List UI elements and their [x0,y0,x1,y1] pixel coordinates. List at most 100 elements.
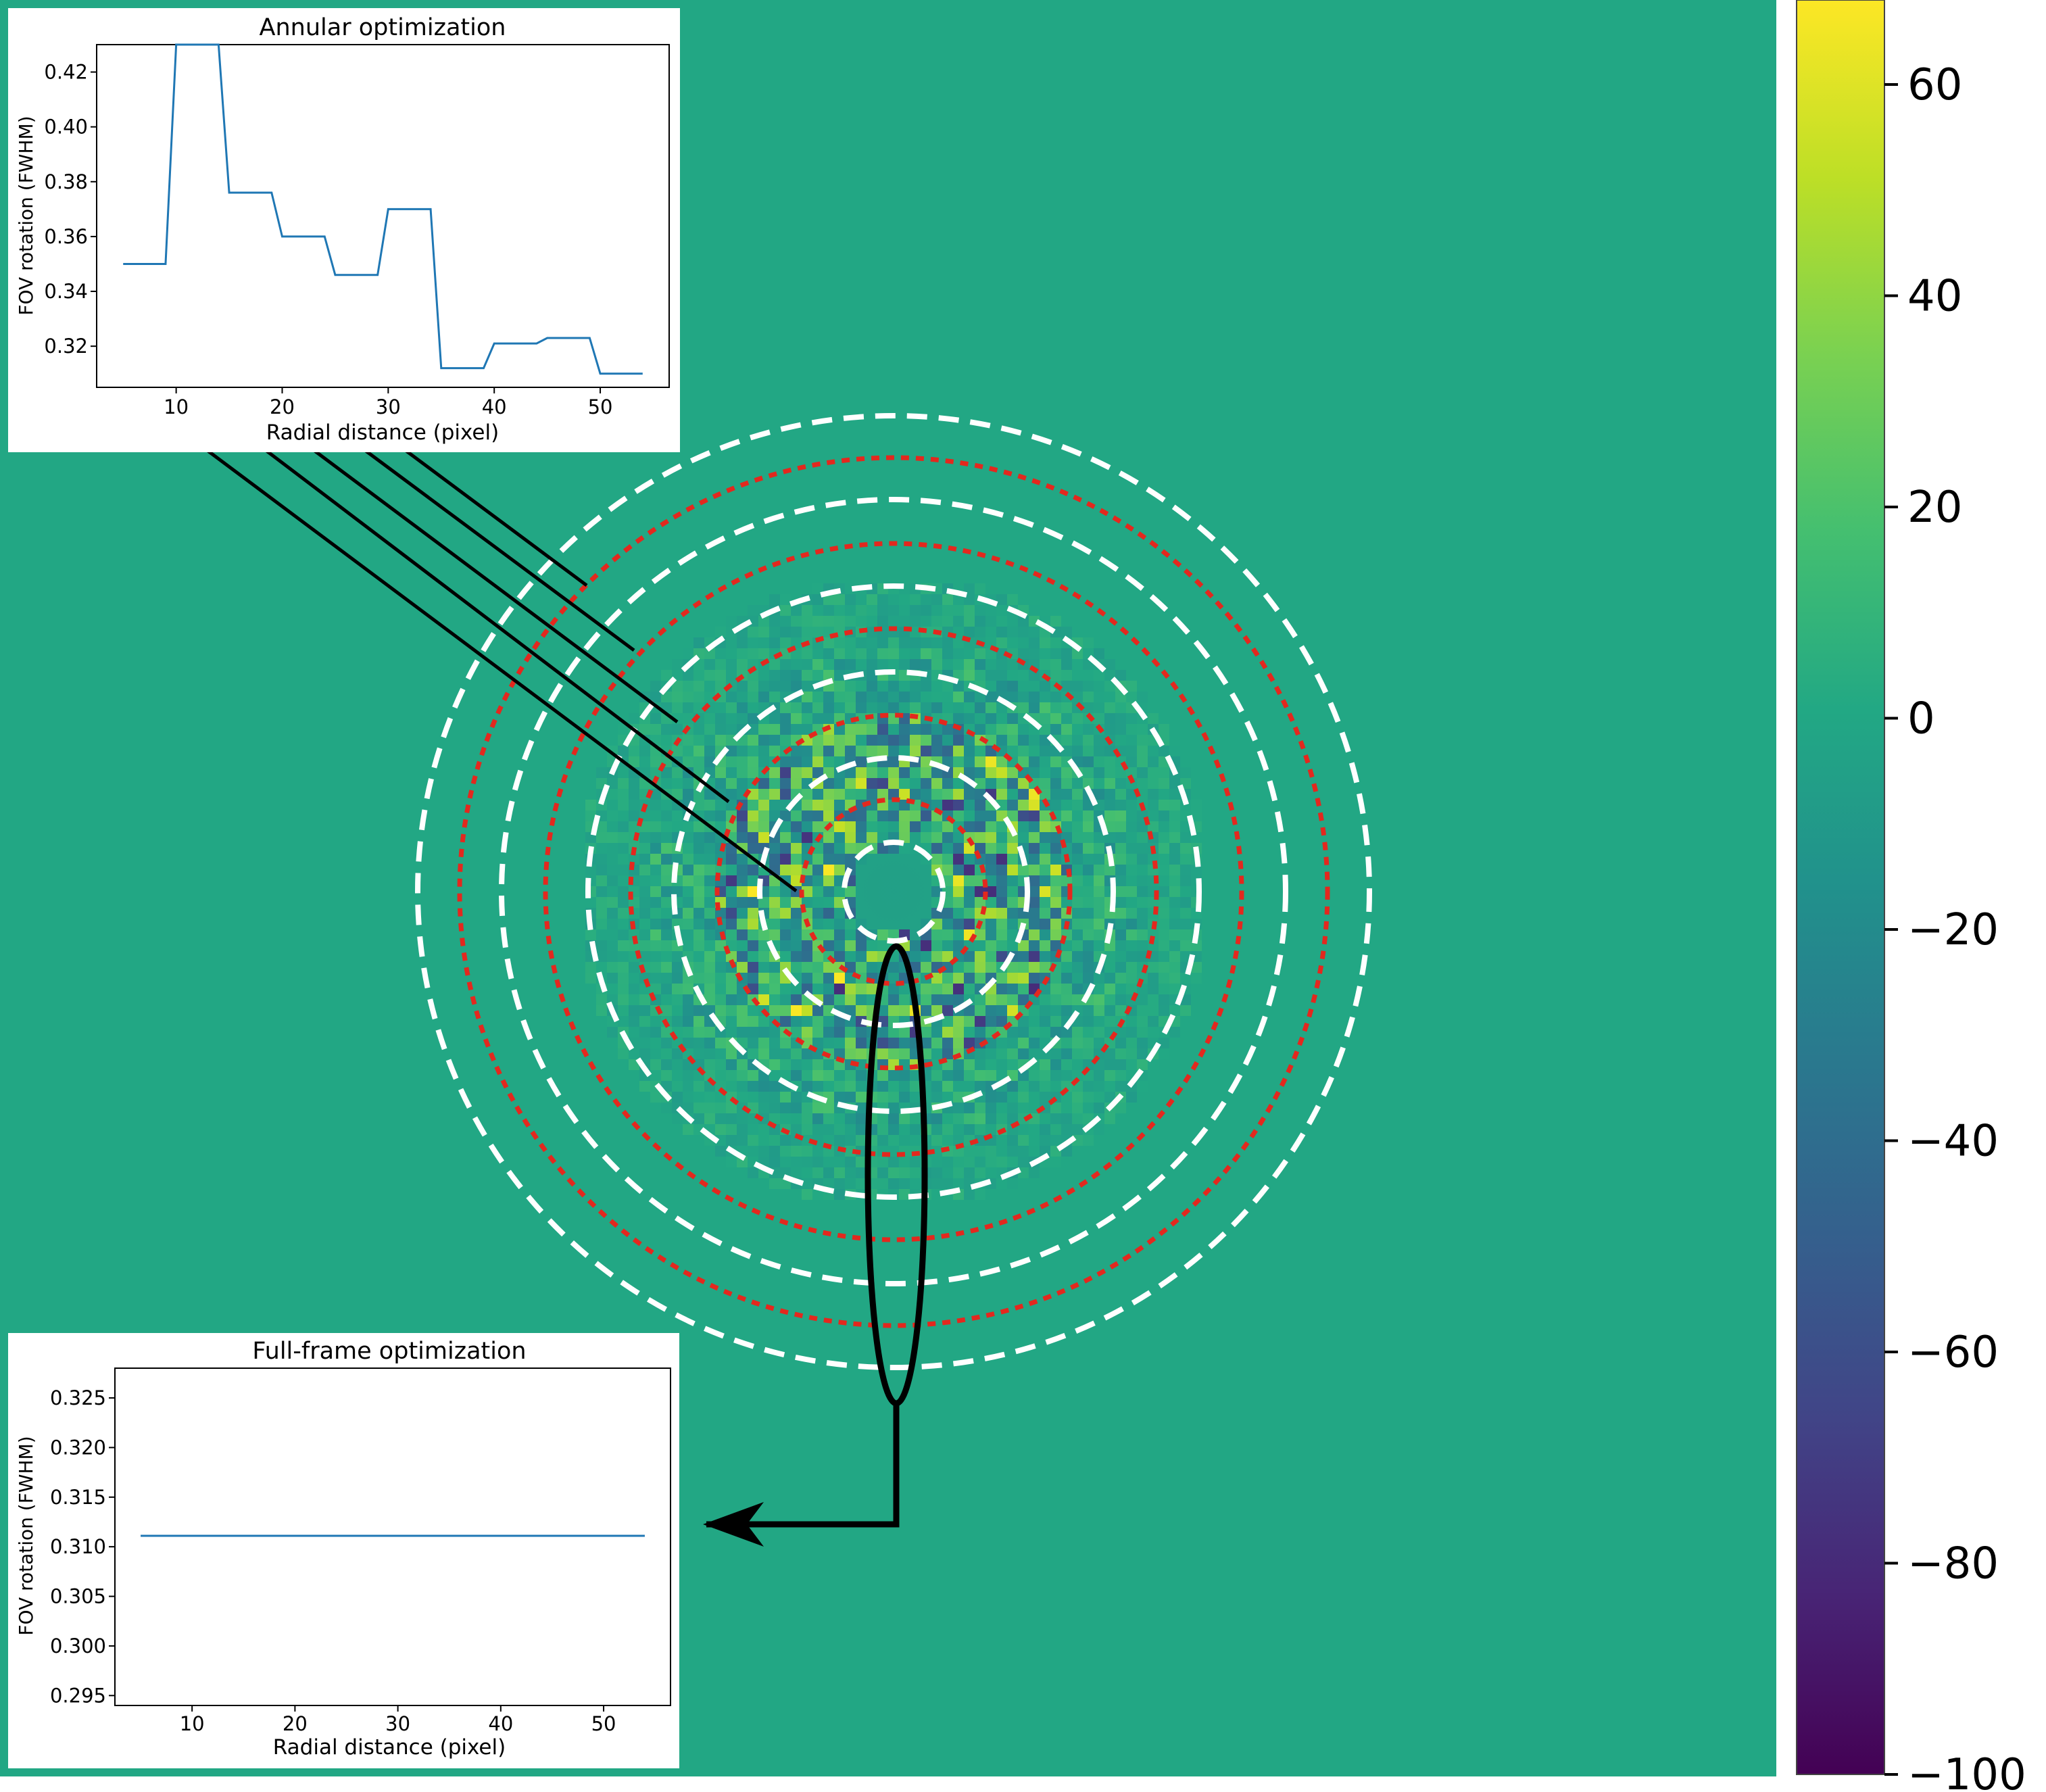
residual-pixel [1007,735,1018,746]
residual-pixel [661,875,672,886]
residual-pixel [769,962,780,973]
residual-pixel [661,854,672,865]
residual-pixel [618,821,629,832]
residual-pixel [726,789,737,800]
residual-pixel [672,767,683,778]
residual-pixel [1050,854,1061,865]
residual-pixel [748,1167,758,1178]
residual-pixel [1094,756,1104,767]
x-tick-label: 30 [385,1712,410,1735]
residual-pixel [748,746,758,756]
residual-pixel [834,994,845,1005]
residual-pixel [1126,1038,1137,1048]
residual-pixel [1104,973,1115,984]
residual-pixel [693,940,704,951]
residual-pixel [704,1092,715,1103]
residual-pixel [1083,962,1094,973]
x-tick-label: 10 [180,1712,205,1735]
residual-pixel [856,605,867,616]
residual-pixel [1040,810,1050,821]
residual-pixel [1115,789,1126,800]
residual-pixel [953,659,964,670]
residual-pixel [1018,832,1029,843]
residual-pixel [1104,994,1115,1005]
residual-pixel [618,919,629,929]
residual-pixel [1126,940,1137,951]
residual-pixel [931,1038,942,1048]
residual-pixel [1029,800,1040,810]
residual-pixel [726,713,737,724]
residual-pixel [812,1016,823,1027]
residual-pixel [683,648,693,659]
residual-pixel [758,789,769,800]
colorbar-tick-label: −100 [1907,1750,2026,1792]
residual-pixel [1061,1124,1072,1135]
residual-pixel [921,778,931,789]
residual-pixel [791,1103,802,1113]
residual-pixel [639,1048,650,1059]
residual-pixel [1018,746,1029,756]
colorbar-tick-label: −20 [1907,905,1999,955]
residual-pixel [737,681,748,692]
residual-pixel [661,973,672,984]
residual-pixel [683,778,693,789]
residual-pixel [1126,886,1137,897]
x-axis-label: Radial distance (pixel) [273,1735,506,1760]
residual-pixel [704,919,715,929]
residual-pixel [1018,692,1029,702]
residual-pixel [758,821,769,832]
residual-pixel [856,767,867,778]
residual-pixel [618,746,629,756]
residual-pixel [693,1092,704,1103]
residual-pixel [834,735,845,746]
residual-pixel [715,648,726,659]
residual-pixel [618,843,629,854]
residual-pixel [726,1157,737,1167]
residual-pixel [834,929,845,940]
residual-pixel [1126,962,1137,973]
residual-pixel [737,1016,748,1027]
residual-pixel [996,1048,1007,1059]
residual-pixel [1104,962,1115,973]
residual-pixel [596,875,607,886]
residual-pixel [910,940,921,951]
residual-pixel [661,919,672,929]
residual-pixel [1094,1092,1104,1103]
residual-pixel [683,865,693,875]
residual-pixel [758,1027,769,1038]
residual-pixel [780,670,791,681]
residual-pixel [1137,692,1148,702]
residual-pixel [769,1103,780,1113]
residual-pixel [1018,865,1029,875]
residual-pixel [780,1157,791,1167]
residual-pixel [650,951,661,962]
residual-pixel [1029,1167,1040,1178]
residual-pixel [867,702,877,713]
residual-pixel [1094,767,1104,778]
residual-pixel [769,908,780,919]
residual-pixel [1148,984,1159,994]
residual-pixel [618,951,629,962]
residual-pixel [845,821,856,832]
residual-pixel [964,659,975,670]
residual-pixel [737,1113,748,1124]
residual-pixel [845,1092,856,1103]
residual-pixel [1159,810,1169,821]
residual-pixel [1050,724,1061,735]
residual-pixel [596,832,607,843]
residual-pixel [769,1178,780,1189]
residual-pixel [996,1103,1007,1113]
residual-pixel [931,681,942,692]
residual-pixel [845,681,856,692]
residual-pixel [1137,875,1148,886]
residual-pixel [596,843,607,854]
residual-pixel [769,1146,780,1157]
residual-pixel [769,627,780,637]
residual-pixel [1083,886,1094,897]
residual-pixel [985,843,996,854]
residual-pixel [1083,1005,1094,1016]
residual-pixel [931,1027,942,1038]
residual-pixel [812,886,823,897]
residual-pixel [802,627,812,637]
residual-pixel [996,789,1007,800]
